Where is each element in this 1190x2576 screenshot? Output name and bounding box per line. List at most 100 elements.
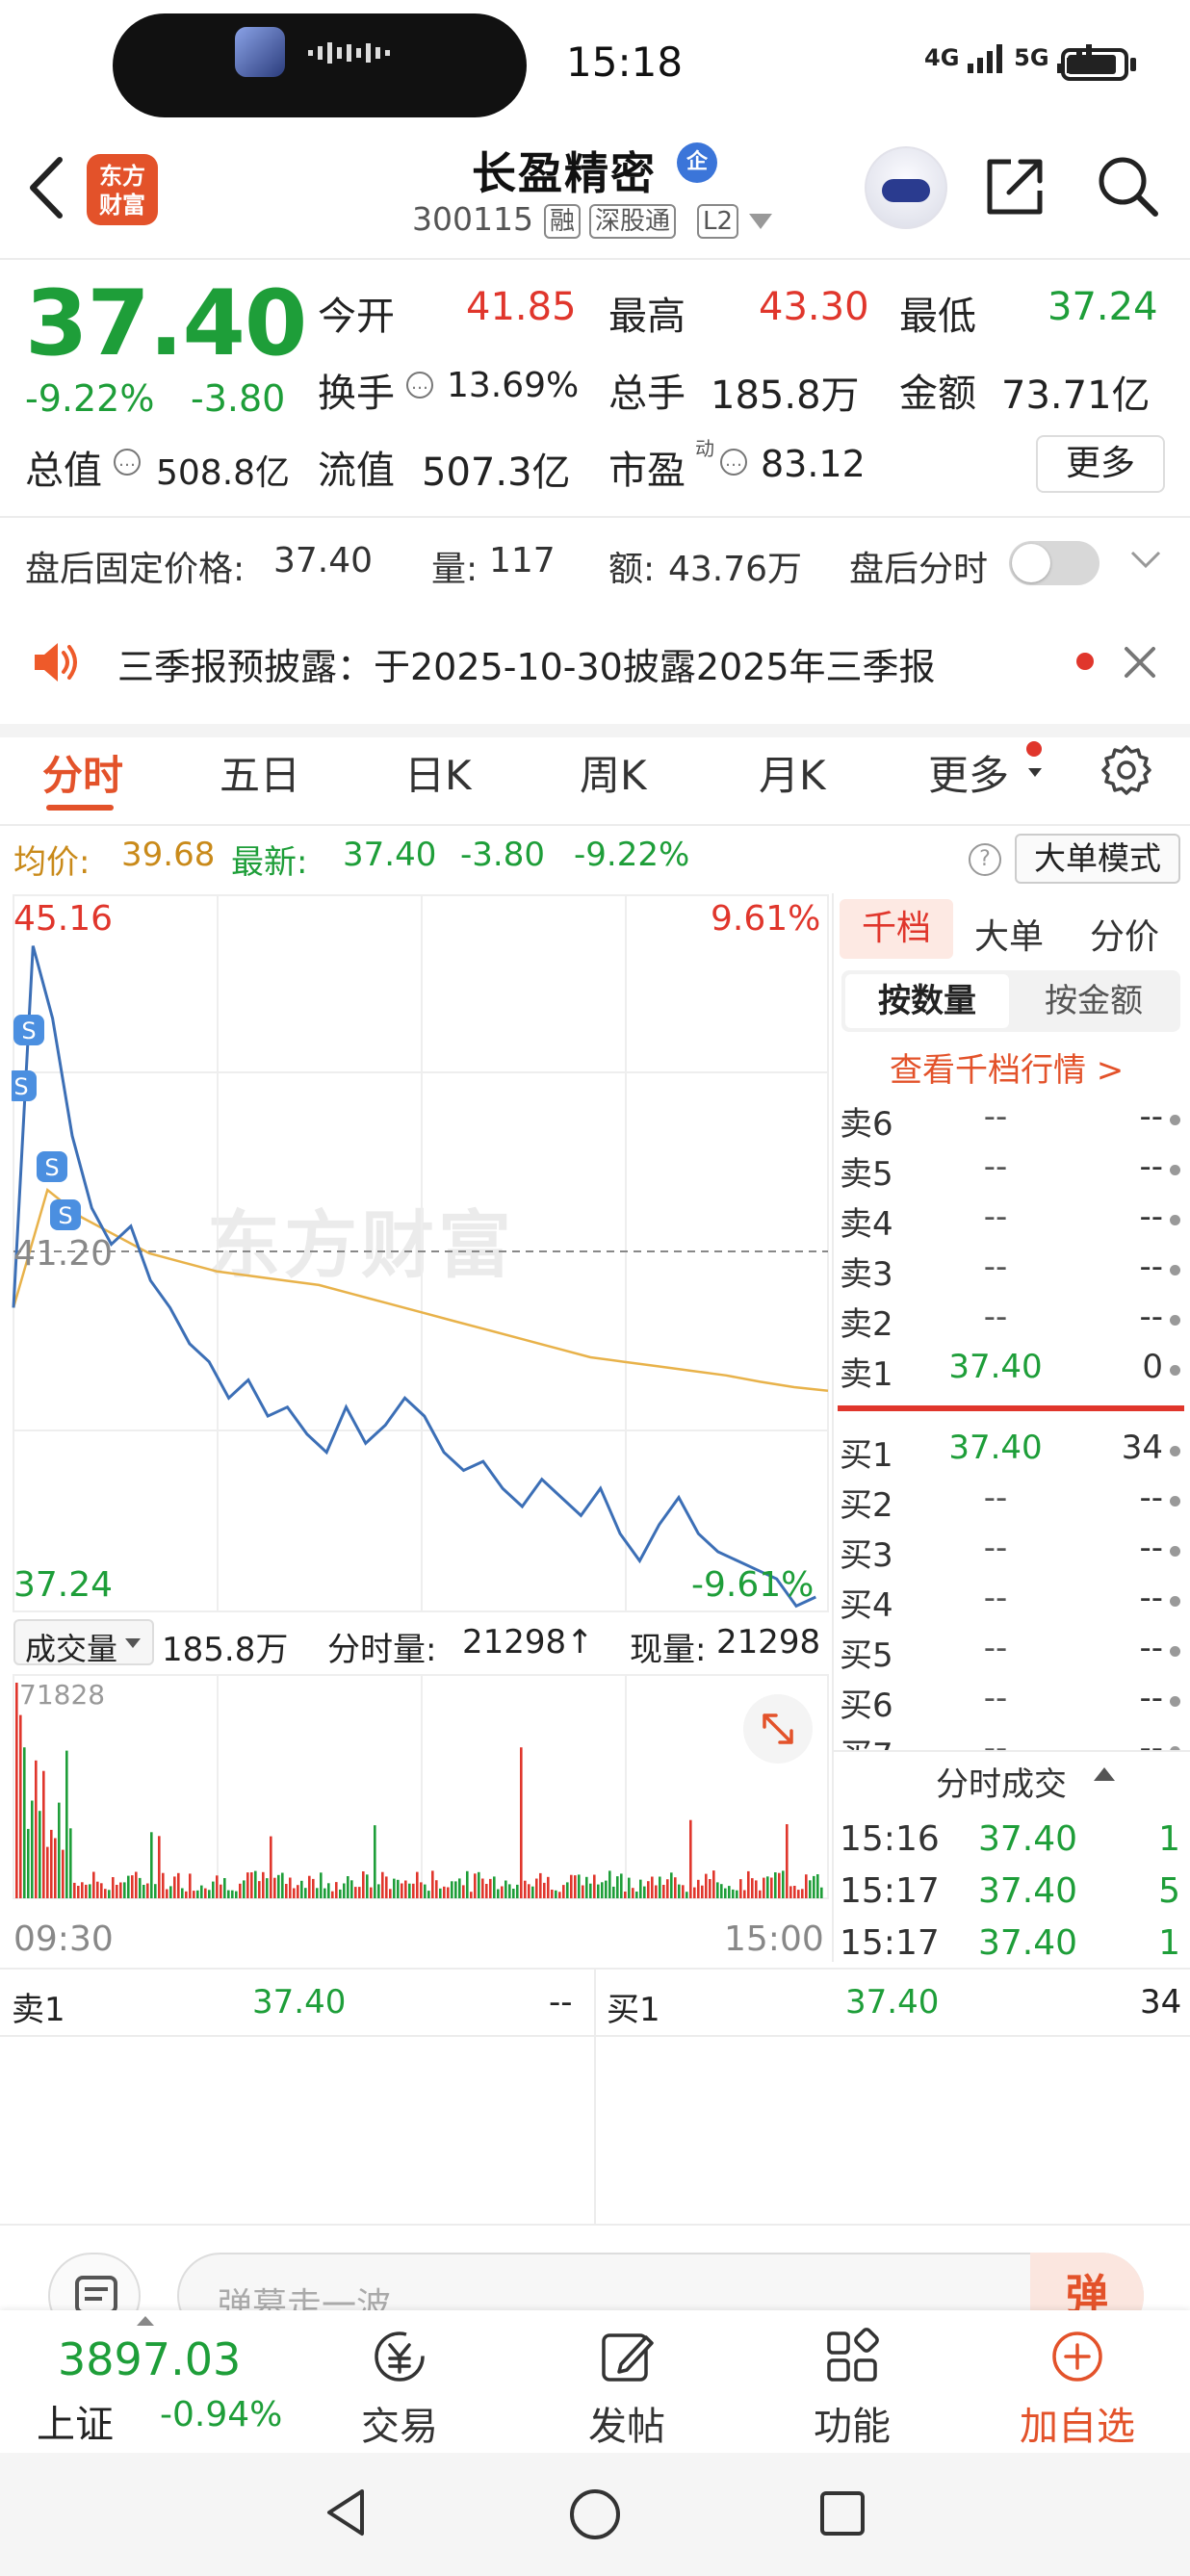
ask-row[interactable]: 卖5 -- -- bbox=[838, 1147, 1184, 1198]
bid-row[interactable]: 买2 -- -- bbox=[838, 1479, 1184, 1529]
bid-row[interactable]: 买5 -- -- bbox=[838, 1629, 1184, 1679]
tab-timeshare[interactable]: 分时 bbox=[42, 743, 123, 802]
turnover-info-icon[interactable]: … bbox=[406, 372, 433, 399]
market-cap-info-icon[interactable]: … bbox=[114, 449, 141, 476]
bid-vol: -- bbox=[1139, 1629, 1163, 1667]
volume-bar bbox=[73, 1882, 76, 1898]
bid-vol: -- bbox=[1139, 1729, 1163, 1750]
volume-bar bbox=[793, 1886, 796, 1898]
ask-row[interactable]: 卖6 -- -- bbox=[838, 1097, 1184, 1147]
segment-by-amount[interactable]: 按金额 bbox=[1009, 974, 1178, 1028]
tab-thousand-depth[interactable]: 千档 bbox=[840, 899, 953, 959]
volume-bar bbox=[297, 1885, 299, 1898]
volume-bar bbox=[262, 1871, 265, 1898]
close-icon[interactable] bbox=[1119, 641, 1161, 683]
tab-daily-k[interactable]: 日K bbox=[404, 743, 472, 802]
stock-code: 300115 bbox=[412, 200, 533, 238]
system-back-icon[interactable] bbox=[322, 2486, 370, 2539]
nav-add-watchlist[interactable]: 加自选 bbox=[1005, 2326, 1150, 2451]
bid-row[interactable]: 买7 -- -- bbox=[838, 1729, 1184, 1750]
share-icon[interactable] bbox=[982, 152, 1049, 219]
trade-vol: 5 bbox=[1158, 1871, 1180, 1911]
bid-row[interactable]: 买3 -- -- bbox=[838, 1529, 1184, 1579]
help-icon[interactable]: ? bbox=[969, 843, 1001, 876]
search-icon[interactable] bbox=[1094, 152, 1161, 219]
volume-bar bbox=[285, 1884, 288, 1898]
volume-bar bbox=[100, 1883, 103, 1898]
tab-more[interactable]: 更多 bbox=[928, 743, 1009, 802]
system-home-icon[interactable] bbox=[568, 2487, 622, 2541]
nav-post[interactable]: 发帖 bbox=[555, 2326, 699, 2451]
notice-text[interactable]: 三季报预披露：于2025-10-30披露2025年三季报 bbox=[117, 637, 936, 690]
summary-ask-vol: -- bbox=[549, 1983, 573, 2022]
sort-up-icon[interactable] bbox=[1094, 1767, 1115, 1781]
volume-bar bbox=[632, 1888, 634, 1898]
period-volume-value: 21298↑ bbox=[462, 1623, 594, 1662]
change-amount: -3.80 bbox=[191, 377, 286, 420]
bid-label: 买2 bbox=[840, 1486, 893, 1525]
volume-bar bbox=[678, 1884, 681, 1898]
bid-row[interactable]: 买1 37.40 34 bbox=[838, 1429, 1184, 1479]
tab-weekly-k[interactable]: 周K bbox=[580, 743, 647, 802]
dot-icon bbox=[1170, 1446, 1180, 1456]
pe-value: 83.12 bbox=[761, 443, 866, 485]
tab-monthly-k[interactable]: 月K bbox=[759, 743, 826, 802]
sell-marker[interactable]: S bbox=[37, 1151, 67, 1182]
ai-assistant-icon[interactable] bbox=[865, 146, 947, 229]
back-arrow-icon[interactable] bbox=[23, 154, 71, 221]
index-caret-icon[interactable] bbox=[137, 2316, 154, 2326]
bid-vol: -- bbox=[1139, 1529, 1163, 1567]
bid-price: -- bbox=[983, 1579, 1008, 1617]
sell-marker[interactable]: S bbox=[50, 1199, 81, 1230]
volume-bar bbox=[643, 1886, 646, 1898]
turnover-value: 13.69% bbox=[447, 366, 580, 405]
trades-title[interactable]: 分时成交 bbox=[936, 1758, 1067, 1805]
index-name[interactable]: 上证 bbox=[37, 2393, 114, 2449]
volume-indicator-select[interactable]: 成交量 bbox=[13, 1619, 154, 1667]
view-depth-link[interactable]: 查看千档行情 > bbox=[890, 1043, 1124, 1091]
float-cap-label: 流值 bbox=[318, 449, 395, 493]
chevron-down-icon[interactable] bbox=[1128, 549, 1163, 572]
sell-marker[interactable]: S bbox=[13, 1015, 44, 1045]
volume-bar bbox=[424, 1884, 427, 1898]
tab-five-day[interactable]: 五日 bbox=[220, 743, 300, 802]
volume-bar bbox=[501, 1886, 504, 1898]
sell-marker[interactable]: S bbox=[12, 1070, 37, 1101]
bid-row[interactable]: 买4 -- -- bbox=[838, 1579, 1184, 1629]
ask-row[interactable]: 卖1 37.40 0 bbox=[838, 1348, 1184, 1398]
volume-bar bbox=[786, 1824, 789, 1898]
segment-by-quantity[interactable]: 按数量 bbox=[845, 974, 1009, 1028]
tab-price-split[interactable]: 分价 bbox=[1090, 909, 1159, 959]
bid-row[interactable]: 买6 -- -- bbox=[838, 1679, 1184, 1729]
big-order-mode-button[interactable]: 大单模式 bbox=[1015, 834, 1180, 884]
volume-bar bbox=[166, 1889, 168, 1898]
summary-ask-price: 37.40 bbox=[252, 1983, 347, 2022]
gear-icon[interactable] bbox=[1099, 743, 1153, 797]
pe-info-icon[interactable]: … bbox=[720, 449, 747, 476]
index-change-pct[interactable]: -0.94% bbox=[160, 2395, 282, 2434]
brand-logo[interactable]: 东方 财富 bbox=[87, 154, 158, 225]
volume-bar bbox=[778, 1872, 781, 1898]
system-recents-icon[interactable] bbox=[818, 2489, 867, 2537]
ask-price: 37.40 bbox=[948, 1348, 1043, 1386]
volume-bar bbox=[701, 1885, 704, 1898]
more-quote-button[interactable]: 更多 bbox=[1036, 435, 1165, 493]
index-value[interactable]: 3897.03 bbox=[58, 2333, 241, 2385]
volume-bar bbox=[605, 1880, 608, 1898]
volume-bar bbox=[524, 1880, 527, 1898]
ask-row[interactable]: 卖4 -- -- bbox=[838, 1198, 1184, 1248]
tab-big-order[interactable]: 大单 bbox=[974, 909, 1044, 959]
dynamic-island bbox=[113, 13, 527, 117]
volume-bar bbox=[254, 1870, 257, 1898]
nav-trade[interactable]: 交易 bbox=[327, 2326, 472, 2451]
ask-row[interactable]: 卖2 -- -- bbox=[838, 1298, 1184, 1348]
expand-icon[interactable] bbox=[743, 1694, 813, 1764]
dot-icon bbox=[1170, 1646, 1180, 1657]
after-hours-toggle[interactable] bbox=[1009, 541, 1099, 585]
volume-bar bbox=[662, 1885, 665, 1898]
nav-function[interactable]: 功能 bbox=[780, 2326, 924, 2451]
timeshare-chart[interactable]: S S S S bbox=[12, 893, 832, 1914]
connect-tag: 深股通 bbox=[589, 204, 677, 239]
ask-row[interactable]: 卖3 -- -- bbox=[838, 1248, 1184, 1298]
tags-dropdown-icon[interactable] bbox=[749, 214, 772, 229]
